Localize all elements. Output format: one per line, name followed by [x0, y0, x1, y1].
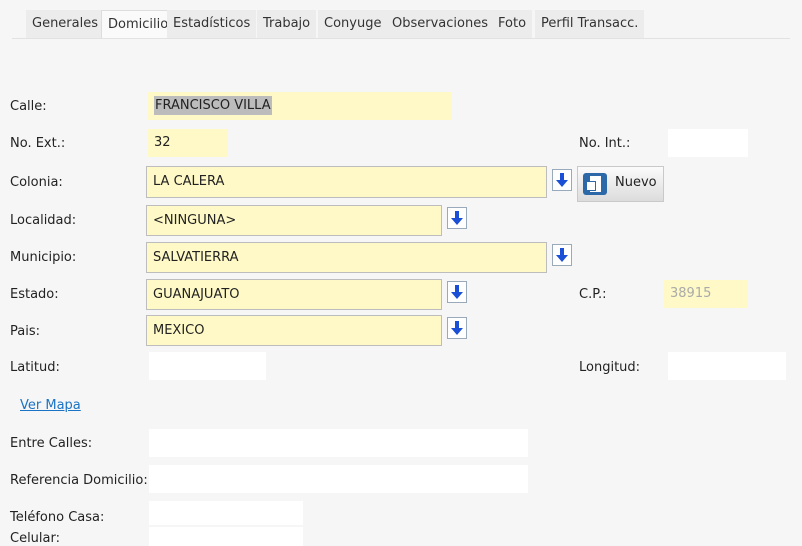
arrow-down-icon [451, 211, 463, 225]
calle-value: FRANCISCO VILLA [154, 96, 272, 115]
celular-input[interactable] [149, 527, 303, 546]
telefono-casa-label: Teléfono Casa: [10, 510, 105, 525]
arrow-down-icon [556, 248, 568, 262]
arrow-down-icon [451, 321, 463, 335]
referencia-domicilio-input[interactable] [149, 465, 528, 493]
tab-domicilio[interactable]: Domicilio [101, 10, 176, 38]
telefono-casa-input[interactable] [149, 501, 303, 525]
arrow-down-icon [556, 173, 568, 187]
tab-foto[interactable]: Foto [492, 10, 533, 38]
nuevo-button-label: Nuevo [615, 175, 657, 190]
calle-input[interactable]: FRANCISCO VILLA [148, 92, 452, 120]
tab-perfil-transacc[interactable]: Perfil Transacc. [535, 10, 645, 38]
estado-label: Estado: [10, 287, 59, 302]
estado-select[interactable]: GUANAJUATO [146, 279, 442, 310]
tab-bar: Generales Domicilio Estadísticos Trabajo… [12, 10, 790, 39]
ver-mapa-link[interactable]: Ver Mapa [20, 398, 81, 413]
entre-calles-label: Entre Calles: [10, 436, 93, 451]
new-document-icon [583, 173, 607, 195]
no-int-input[interactable] [668, 129, 748, 157]
municipio-label: Municipio: [10, 250, 77, 265]
colonia-label: Colonia: [10, 175, 63, 190]
municipio-select[interactable]: SALVATIERRA [146, 242, 547, 273]
longitud-input[interactable] [668, 352, 786, 380]
referencia-domicilio-label: Referencia Domicilio: [10, 473, 148, 488]
localidad-label: Localidad: [10, 213, 77, 228]
nuevo-button[interactable]: Nuevo [577, 166, 664, 202]
localidad-select[interactable]: <NINGUNA> [146, 205, 442, 236]
colonia-select[interactable]: LA CALERA [146, 166, 547, 198]
cp-label: C.P.: [579, 287, 607, 302]
no-int-label: No. Int.: [579, 136, 631, 151]
tab-conyuge[interactable]: Conyuge [318, 10, 388, 38]
tab-trabajo[interactable]: Trabajo [257, 10, 317, 38]
tab-generales[interactable]: Generales [26, 10, 105, 38]
localidad-dropdown-button[interactable] [447, 207, 467, 229]
pais-select[interactable]: MEXICO [146, 315, 442, 346]
calle-label: Calle: [10, 99, 47, 114]
cp-input[interactable]: 38915 [664, 280, 748, 308]
municipio-dropdown-button[interactable] [552, 244, 572, 266]
no-ext-input[interactable]: 32 [148, 129, 228, 157]
pais-dropdown-button[interactable] [447, 317, 467, 339]
colonia-dropdown-button[interactable] [552, 169, 572, 191]
arrow-down-icon [451, 285, 463, 299]
celular-label: Celular: [10, 531, 61, 546]
estado-dropdown-button[interactable] [447, 281, 467, 303]
tab-estadisticos[interactable]: Estadísticos [167, 10, 257, 38]
pais-label: Pais: [10, 324, 40, 339]
longitud-label: Longitud: [579, 360, 641, 375]
entre-calles-input[interactable] [149, 429, 528, 457]
tab-observaciones[interactable]: Observaciones [386, 10, 494, 38]
latitud-label: Latitud: [10, 360, 60, 375]
no-ext-label: No. Ext.: [10, 136, 66, 151]
latitud-input[interactable] [149, 352, 266, 380]
